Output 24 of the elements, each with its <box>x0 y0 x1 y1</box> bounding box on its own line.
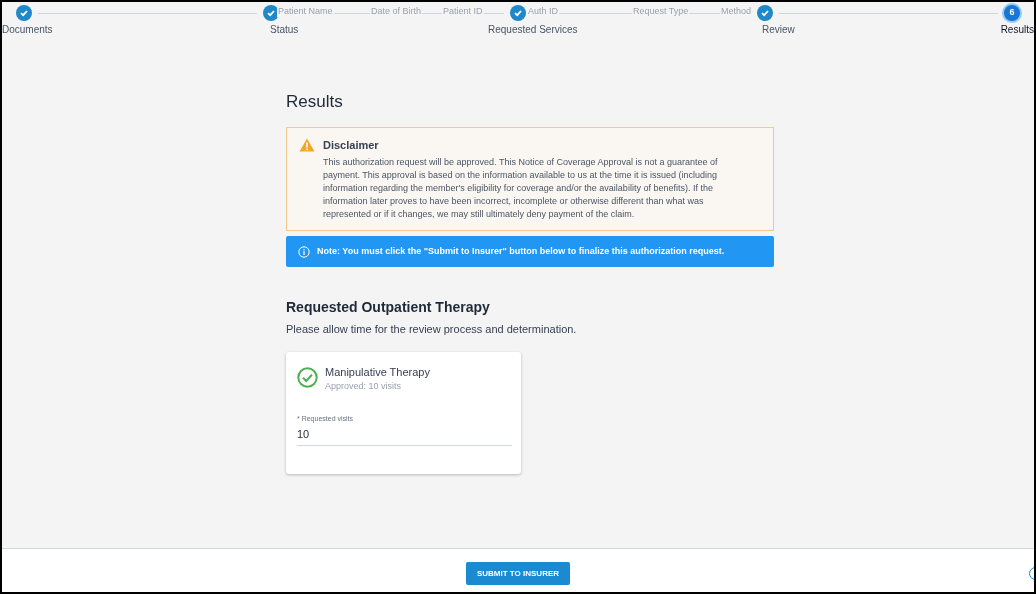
faded-header-label: Method <box>720 5 753 17</box>
section-subtitle: Please allow time for the review process and determination. <box>286 322 578 337</box>
step-label[interactable]: Results <box>1000 22 1034 37</box>
faded-header-label: Request Type <box>632 5 690 17</box>
step-label[interactable]: Documents <box>2 22 53 37</box>
faded-header-label: Patient Name <box>277 5 334 17</box>
page-title: Results <box>286 91 344 113</box>
visits-input[interactable]: 10 <box>297 424 512 446</box>
faded-header-label: Patient ID <box>442 5 484 17</box>
note-text: Note: You must click the "Submit to Insurer" button below to finalize this authorization request. <box>317 244 725 258</box>
step-label[interactable]: Review <box>762 22 795 37</box>
step-label[interactable]: Status <box>270 22 299 37</box>
faded-header-label: Date of Birth <box>370 5 423 17</box>
faded-header-label: Auth ID <box>527 5 559 17</box>
submit-button[interactable]: SUBMIT TO INSURER <box>465 562 571 585</box>
service-name: Manipulative Therapy <box>325 364 430 380</box>
warning-icon <box>299 137 315 152</box>
info-icon <box>298 245 310 258</box>
section-title: Requested Outpatient Therapy <box>286 298 491 317</box>
step-number: 6 <box>1004 5 1020 21</box>
disclaimer-title: Disclaimer <box>323 137 380 153</box>
disclaimer-text: This authorization request will be approved. This Notice of Coverage Approval is not a guarantee of payment. This approval is based on the information available to us at the time it is issued (including information regarding the member's eligibility for coverage and/or the availability of benefits). If the information later proves to have been incorrect, incomplete or otherwise different than what was represented or if it changes, we may still ultimately deny payment of the claim. <box>323 156 719 221</box>
step-label[interactable]: Requested Services <box>488 22 578 37</box>
service-status: Approved: 10 visits <box>325 380 403 393</box>
